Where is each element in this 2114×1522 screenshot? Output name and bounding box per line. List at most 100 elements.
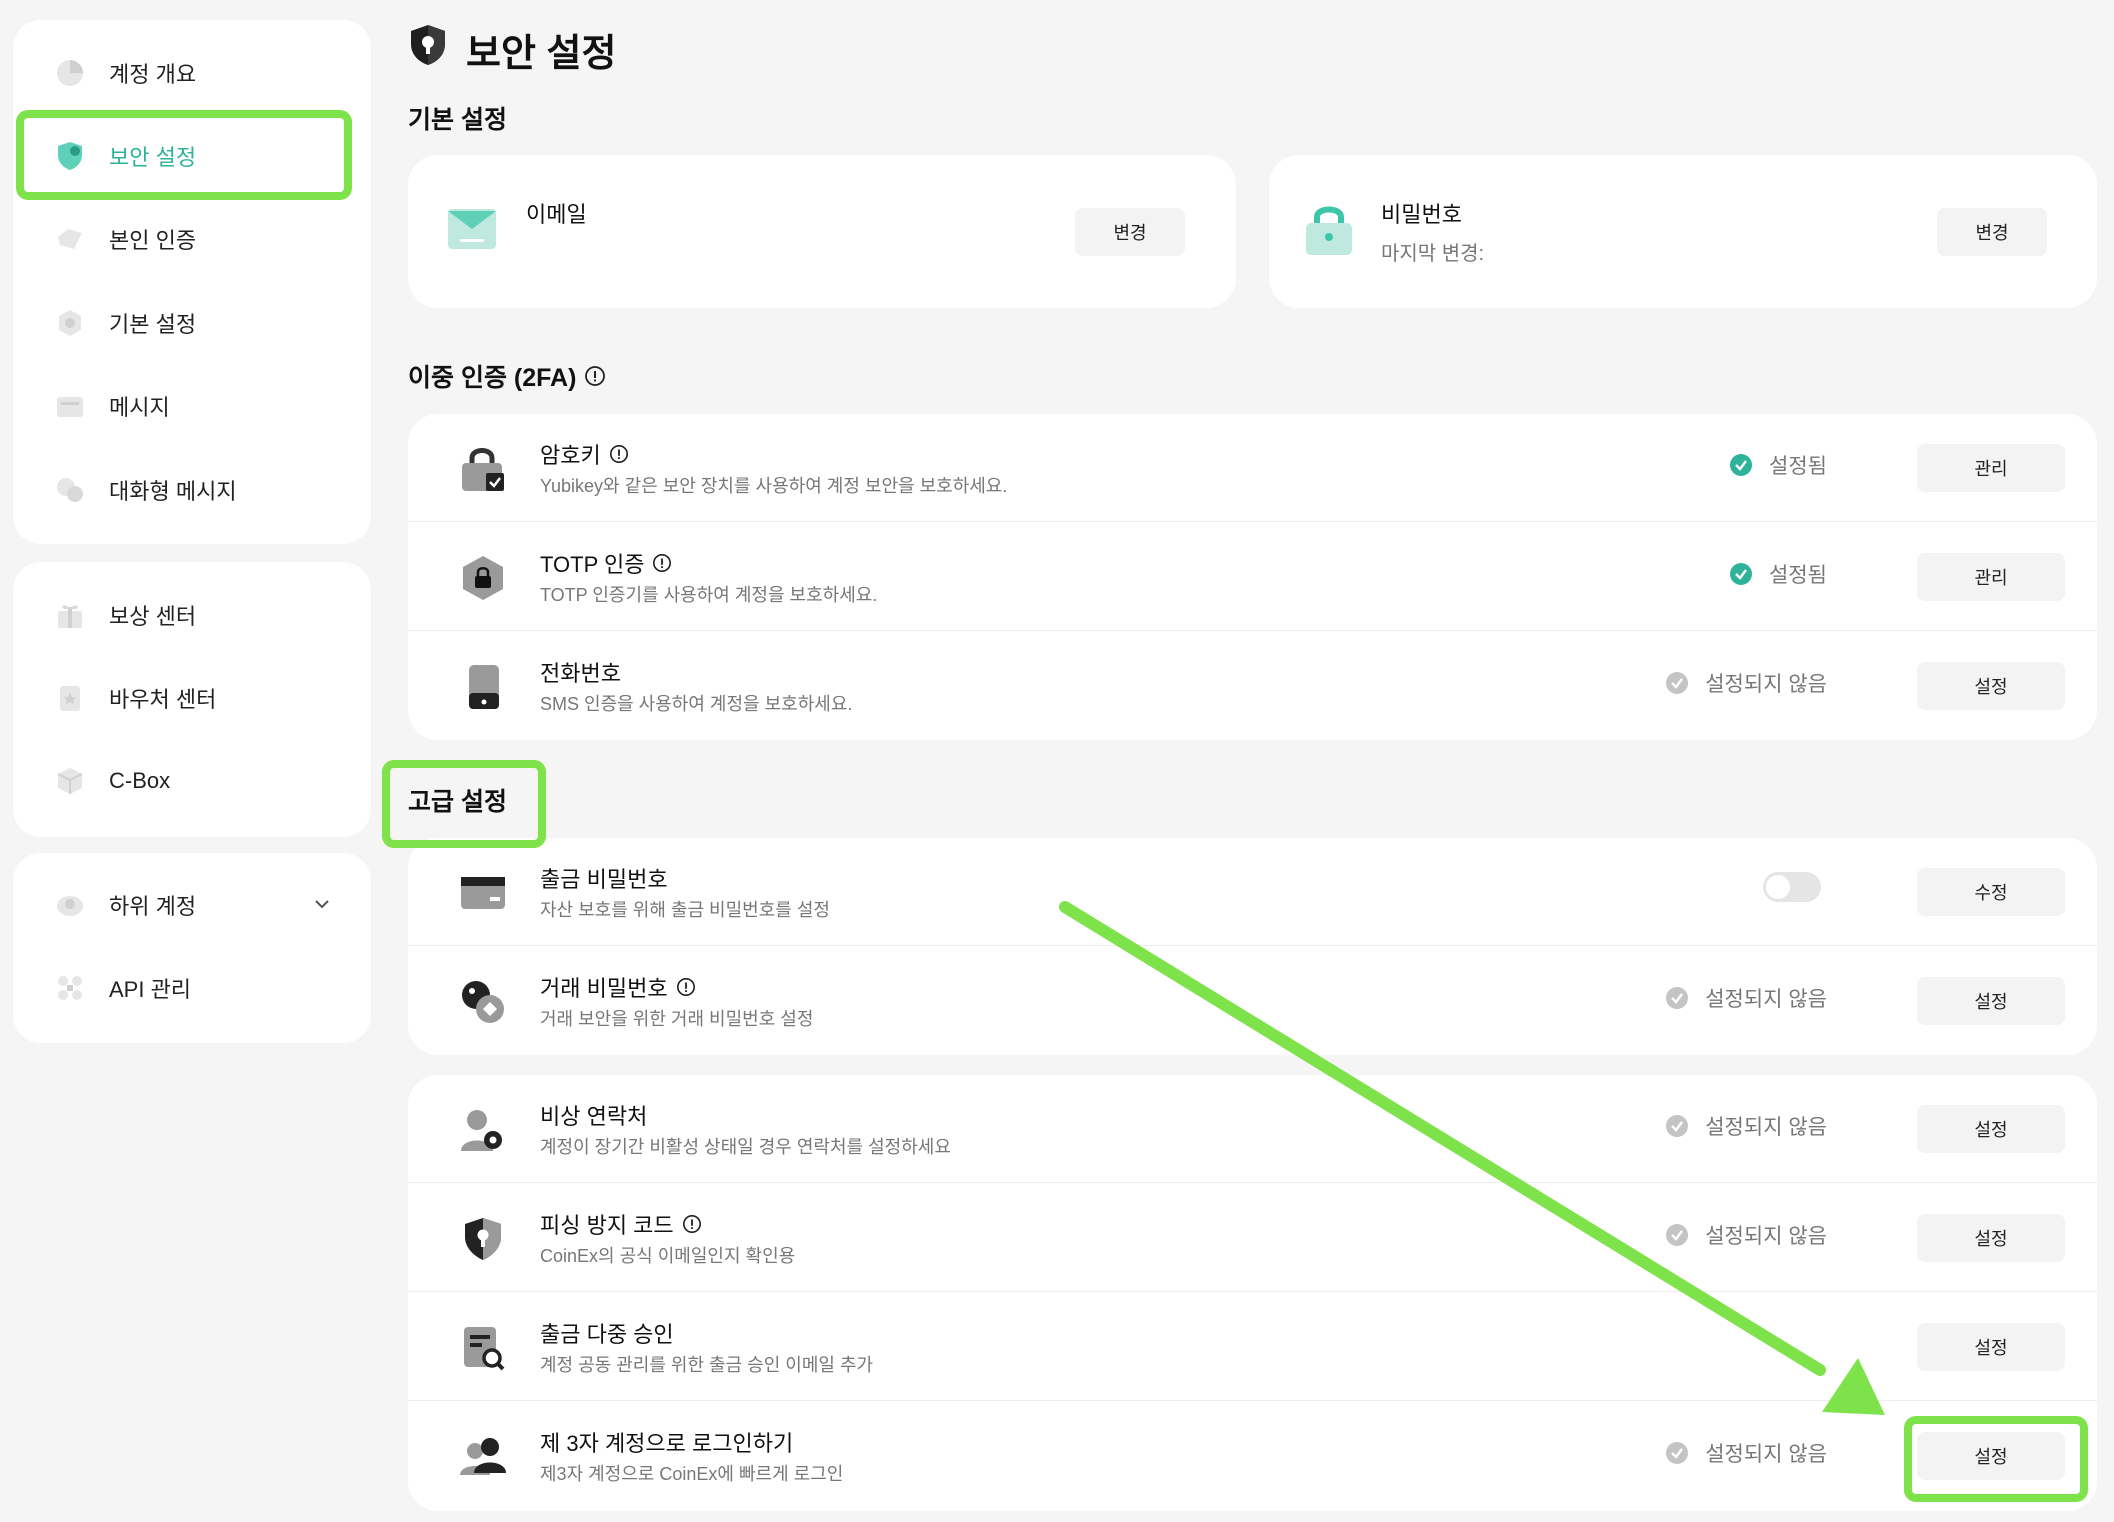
sidebar-item-identity[interactable]: 본인 인증 [13, 209, 371, 269]
status-text: 설정되지 않음 [1705, 1225, 1827, 1248]
status-text: 설정되지 않음 [1705, 988, 1827, 1011]
list-item-passkey: 암호키 Yubikey와 같은 보안 장치를 사용하여 계정 보안을 보호하세요… [408, 414, 2097, 522]
row-title-text: 거래 비밀번호 [540, 976, 668, 1001]
status-text: 설정되지 않음 [1705, 1116, 1827, 1139]
sidebar-item-label: 메시지 [109, 395, 170, 420]
trade-password-setup-button[interactable]: 설정 [1917, 977, 2065, 1025]
sidebar-item-label: C-Box [109, 768, 171, 793]
email-label: 이메일 [526, 202, 587, 227]
row-title: 출금 다중 승인 [540, 1317, 674, 1349]
phone-icon [458, 662, 508, 712]
status-badge: 설정되지 않음 [1665, 1220, 1827, 1250]
section-title-basic: 기본 설정 [408, 106, 507, 134]
check-circle-gray-icon [1665, 986, 1689, 1010]
settings-icon [53, 306, 87, 340]
withdrawal-password-edit-button[interactable]: 수정 [1917, 868, 2065, 916]
card-icon [458, 868, 508, 918]
sidebar-item-c-box[interactable]: C-Box [13, 751, 371, 811]
sidebar-item-voucher-center[interactable]: 바우처 센터 [13, 668, 371, 728]
check-circle-gray-icon [1665, 1223, 1689, 1247]
email-icon [446, 207, 498, 256]
check-circle-gray-icon [1665, 671, 1689, 695]
section-title-advanced: 고급 설정 [408, 788, 507, 816]
check-circle-gray-icon [1665, 1441, 1689, 1465]
message-icon [53, 389, 87, 423]
sidebar-item-label: API 관리 [109, 977, 192, 1002]
email-card: 이메일 변경 [408, 155, 1236, 308]
phone-setup-button[interactable]: 설정 [1917, 662, 2065, 710]
divider [408, 1291, 2097, 1292]
list-item-withdrawal-password: 출금 비밀번호 자산 보호를 위해 출금 비밀번호를 설정 수정 [408, 838, 2097, 946]
passkey-manage-button[interactable]: 관리 [1917, 444, 2065, 492]
row-description: 제3자 계정으로 CoinEx에 빠르게 로그인 [540, 1464, 844, 1484]
check-circle-icon [1729, 562, 1753, 586]
sidebar-item-account-overview[interactable]: 계정 개요 [13, 43, 371, 103]
pie-chart-icon [53, 56, 87, 90]
list-item-withdrawal-multi-approval: 출금 다중 승인 계정 공동 관리를 위한 출금 승인 이메일 추가 설정 [408, 1293, 2097, 1401]
row-description: CoinEx의 공식 이메일인지 확인용 [540, 1246, 796, 1266]
box-icon [53, 764, 87, 798]
api-icon [53, 971, 87, 1005]
id-card-icon [53, 222, 87, 256]
row-description: TOTP 인증기를 사용하여 계정을 보호하세요. [540, 585, 878, 605]
sidebar-item-rewards-center[interactable]: 보상 센터 [13, 585, 371, 645]
info-icon[interactable] [676, 977, 696, 997]
sidebar-item-label: 대화형 메시지 [109, 479, 237, 504]
row-title-text: 출금 다중 승인 [540, 1322, 674, 1347]
sidebar-item-messages[interactable]: 메시지 [13, 376, 371, 436]
status-badge: 설정되지 않음 [1665, 1438, 1827, 1468]
section-title-2fa-text: 이중 인증 (2FA) [408, 364, 577, 392]
row-title: TOTP 인증 [540, 547, 672, 579]
page-title: 보안 설정 [408, 22, 616, 77]
info-icon[interactable] [584, 365, 606, 387]
row-title-text: TOTP 인증 [540, 552, 645, 577]
twofa-card: 암호키 Yubikey와 같은 보안 장치를 사용하여 계정 보안을 보호하세요… [408, 414, 2097, 740]
sidebar-item-api[interactable]: API 관리 [13, 958, 371, 1018]
row-title: 거래 비밀번호 [540, 971, 696, 1003]
sidebar-card-account: 계정 개요 보안 설정 본인 인증 기본 설정 메시지 대화형 메시지 [13, 20, 371, 544]
row-description: 자산 보호를 위해 출금 비밀번호를 설정 [540, 900, 830, 920]
password-change-button[interactable]: 변경 [1937, 208, 2047, 256]
divider [408, 1182, 2097, 1183]
sidebar-card-accounts: 하위 계정 API 관리 [13, 853, 371, 1043]
chevron-down-icon[interactable] [313, 893, 331, 919]
passkey-lock-icon [458, 444, 508, 494]
info-icon[interactable] [682, 1214, 702, 1234]
row-title-text: 비상 연락처 [540, 1104, 648, 1129]
sidebar-item-security[interactable]: 보안 설정 [13, 126, 371, 186]
sidebar-item-preferences[interactable]: 기본 설정 [13, 293, 371, 353]
third-party-login-setup-button[interactable]: 설정 [1917, 1432, 2065, 1480]
list-item-trade-password: 거래 비밀번호 거래 보안을 위한 거래 비밀번호 설정 설정되지 않음 설정 [408, 947, 2097, 1055]
lock-icon [1303, 201, 1355, 262]
info-icon[interactable] [652, 553, 672, 573]
row-title-text: 전화번호 [540, 661, 621, 686]
page-title-text: 보안 설정 [466, 33, 617, 75]
multi-approval-setup-button[interactable]: 설정 [1917, 1323, 2065, 1371]
withdrawal-password-toggle[interactable] [1763, 872, 1821, 902]
row-title-text: 제 3자 계정으로 로그인하기 [540, 1431, 794, 1456]
row-title: 제 3자 계정으로 로그인하기 [540, 1426, 793, 1458]
list-item-phone: 전화번호 SMS 인증을 사용하여 계정을 보호하세요. 설정되지 않음 설정 [408, 632, 2097, 740]
divider [408, 630, 2097, 631]
divider [408, 945, 2097, 946]
row-description: 계정이 장기간 비활성 상태일 경우 연락처를 설정하세요 [540, 1137, 951, 1157]
status-badge: 설정되지 않음 [1665, 983, 1827, 1013]
check-circle-icon [1729, 453, 1753, 477]
email-change-button[interactable]: 변경 [1075, 208, 1185, 256]
voucher-icon [53, 681, 87, 715]
advanced-card-1: 출금 비밀번호 자산 보호를 위해 출금 비밀번호를 설정 수정 거래 비밀번호… [408, 838, 2097, 1055]
sidebar-item-sub-account[interactable]: 하위 계정 [13, 875, 371, 935]
row-title: 비상 연락처 [540, 1099, 647, 1131]
emergency-contact-setup-button[interactable]: 설정 [1917, 1105, 2065, 1153]
list-item-emergency-contact: 비상 연락처 계정이 장기간 비활성 상태일 경우 연락처를 설정하세요 설정되… [408, 1075, 2097, 1183]
totp-manage-button[interactable]: 관리 [1917, 553, 2065, 601]
list-item-third-party-login: 제 3자 계정으로 로그인하기 제3자 계정으로 CoinEx에 빠르게 로그인… [408, 1402, 2097, 1510]
sidebar-item-label: 기본 설정 [109, 312, 197, 337]
info-icon[interactable] [609, 444, 629, 464]
sidebar-item-label: 계정 개요 [109, 62, 197, 87]
anti-phishing-setup-button[interactable]: 설정 [1917, 1214, 2065, 1262]
sidebar-item-interactive-messages[interactable]: 대화형 메시지 [13, 460, 371, 520]
status-badge: 설정됨 [1729, 450, 1827, 480]
divider [408, 521, 2097, 522]
sidebar-item-label: 보상 센터 [109, 604, 197, 629]
